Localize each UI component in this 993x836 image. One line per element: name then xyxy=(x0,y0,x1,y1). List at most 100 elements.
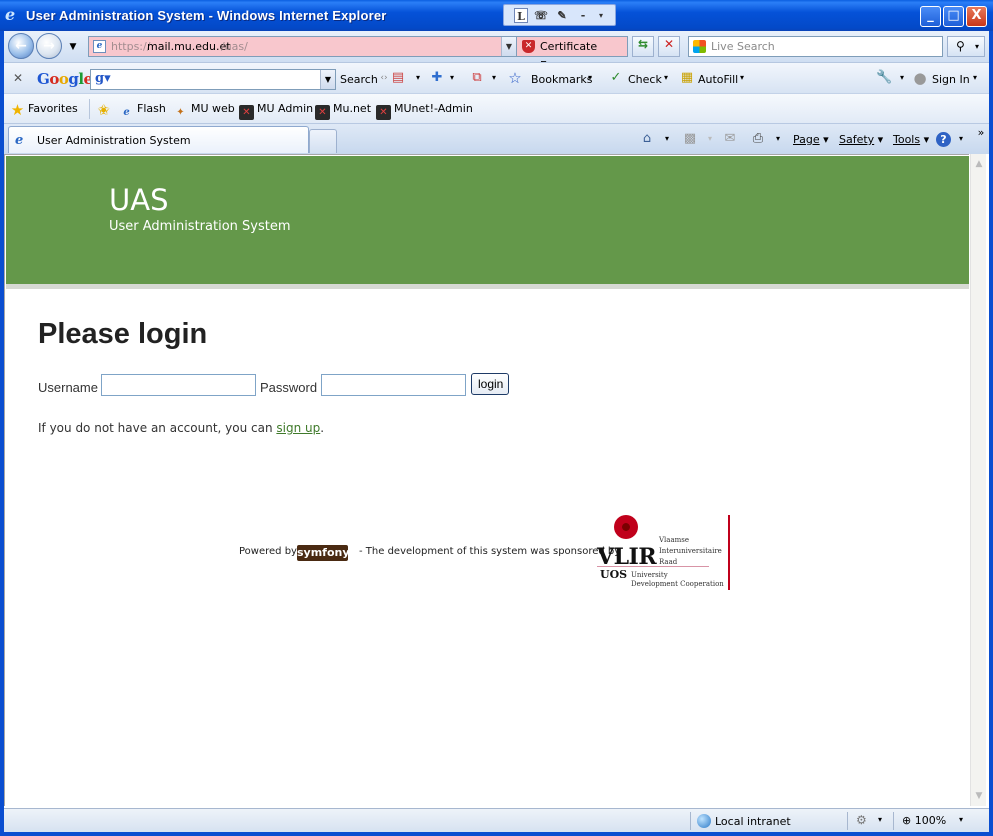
home-dropdown-icon[interactable]: ▾ xyxy=(658,130,676,148)
vlir-line: University xyxy=(631,571,668,579)
zoom-control[interactable]: ⊕ 100% xyxy=(902,814,946,827)
live-search-input[interactable]: Live Search xyxy=(688,36,943,57)
search-icon: ⚲ xyxy=(956,39,965,53)
symfony-logo[interactable]: symfony xyxy=(297,545,350,561)
xampp-icon: ✕ xyxy=(239,105,254,120)
favorite-label: Mu.net xyxy=(333,102,372,115)
google-logo[interactable]: Google xyxy=(37,70,93,88)
certificate-error-button[interactable]: ✕ Certificate Error xyxy=(517,36,628,72)
shield-error-icon: ✕ xyxy=(522,40,535,53)
vlir-uos: UOS xyxy=(600,568,628,581)
page-menu[interactable]: Page ▾ xyxy=(793,133,829,146)
check-dropdown-icon[interactable]: ▾ xyxy=(658,70,674,86)
feeds-icon[interactable]: ▩ xyxy=(681,130,699,148)
vlir-uos-logo[interactable]: VLIR UOS Vlaamse Interuniversitaire Raad… xyxy=(597,515,732,590)
add-favorite-button[interactable]: ✬ xyxy=(96,102,114,118)
favorite-item-munet-admin[interactable]: ✕ MUnet!-Admin xyxy=(376,102,473,120)
language-bar[interactable]: L ☏ ✎ - ▾ xyxy=(503,4,616,26)
favorites-button[interactable]: ★ Favorites xyxy=(10,102,78,118)
window-frame-right xyxy=(989,31,993,836)
back-button[interactable]: ← xyxy=(8,33,34,59)
signin-button[interactable]: Sign In xyxy=(932,73,970,86)
help-icon[interactable]: ? xyxy=(936,132,951,147)
google-toolbar: ✕ Google g▾ ▼ Search ‹› ▤ ▾ ✚ ▾ ⧉ ▾ ☆ Bo… xyxy=(4,62,989,93)
scroll-down-icon[interactable]: ▼ xyxy=(971,788,987,804)
print-dropdown-icon[interactable]: ▾ xyxy=(769,130,787,148)
live-search-button[interactable]: ⚲ ▾ xyxy=(947,36,985,57)
news-dropdown-icon[interactable]: ▾ xyxy=(410,70,426,86)
langbar-minimize-icon[interactable]: - xyxy=(578,8,588,23)
scroll-up-icon[interactable]: ▲ xyxy=(971,156,987,172)
protected-mode-icon[interactable]: ⚙ xyxy=(856,813,867,827)
close-toolbar-icon[interactable]: ✕ xyxy=(13,71,23,85)
plus-dropdown-icon[interactable]: ▾ xyxy=(444,70,460,86)
google-search-dropdown-icon[interactable]: ▼ xyxy=(320,70,335,89)
powered-by-label: Powered by xyxy=(239,546,297,557)
read-mail-icon[interactable]: ✉ xyxy=(721,130,739,148)
news-icon[interactable]: ▤ xyxy=(390,70,406,86)
tools-menu[interactable]: Tools ▾ xyxy=(893,133,929,146)
favorite-item-flash[interactable]: e Flash xyxy=(119,102,166,120)
signin-circle-icon[interactable]: ● xyxy=(912,70,928,86)
spellcheck-icon[interactable]: ✓ xyxy=(608,70,624,86)
safety-menu-label: Safety xyxy=(839,133,875,146)
signin-dropdown-icon[interactable]: ▾ xyxy=(967,70,983,86)
autofill-icon[interactable]: ▦ xyxy=(679,70,695,86)
popup-blocker-icon[interactable]: ⧉ xyxy=(469,70,485,86)
vlir-line: Raad xyxy=(659,558,678,566)
bookmark-star-icon[interactable]: ☆ xyxy=(507,70,523,86)
favorites-separator xyxy=(89,99,90,119)
recent-pages-dropdown-icon[interactable]: ▼ xyxy=(65,39,81,55)
address-dropdown-icon[interactable]: ▼ xyxy=(501,37,516,56)
forward-button[interactable]: → xyxy=(36,33,62,59)
address-bar[interactable]: e https:// mail.mu.edu.et /uas/ ▼ xyxy=(88,36,517,57)
security-zone[interactable]: Local intranet xyxy=(697,814,791,828)
print-icon[interactable]: ⎙ xyxy=(749,130,767,148)
plus-icon[interactable]: ✚ xyxy=(429,70,445,86)
signup-prefix: If you do not have an account, you can xyxy=(38,421,277,435)
close-button[interactable]: X xyxy=(966,6,987,27)
help-dropdown-icon[interactable]: ▾ xyxy=(952,130,970,148)
check-button[interactable]: Check xyxy=(628,73,662,86)
favorites-label: Favorites xyxy=(28,102,78,115)
password-input[interactable] xyxy=(321,374,466,396)
url-path: /uas/ xyxy=(221,40,248,53)
protected-mode-dropdown-icon[interactable]: ▾ xyxy=(878,815,882,824)
autofill-dropdown-icon[interactable]: ▾ xyxy=(734,70,750,86)
minimize-button[interactable]: _ xyxy=(920,6,941,27)
google-g-icon: g▾ xyxy=(95,71,111,86)
stop-button[interactable]: ✕ xyxy=(658,36,680,57)
feeds-dropdown-icon[interactable]: ▾ xyxy=(701,130,719,148)
vlir-uos-text: University Development Cooperation xyxy=(631,571,724,589)
favorite-item-mu-net[interactable]: ✕ Mu.net xyxy=(315,102,371,120)
maximize-button[interactable]: □ xyxy=(943,6,964,27)
speech-icon[interactable]: ☏ xyxy=(534,8,548,23)
handwriting-icon[interactable]: ✎ xyxy=(554,8,570,23)
login-button[interactable]: login xyxy=(471,373,509,395)
language-l-icon[interactable]: L xyxy=(514,8,528,23)
favorite-item-mu-web[interactable]: ✦ MU web xyxy=(173,102,235,120)
chevron-more-icon[interactable]: » xyxy=(972,124,990,142)
search-options-icon[interactable]: ▾ xyxy=(975,37,979,56)
username-input[interactable] xyxy=(101,374,256,396)
safety-menu[interactable]: Safety ▾ xyxy=(839,133,883,146)
refresh-button[interactable]: ⇆ xyxy=(632,36,654,57)
wrench-icon[interactable]: 🔧 xyxy=(876,70,892,86)
langbar-options-icon[interactable]: ▾ xyxy=(596,8,606,23)
vertical-scrollbar[interactable]: ▲ ▼ xyxy=(970,154,986,806)
zoom-dropdown-icon[interactable]: ▾ xyxy=(959,815,963,824)
favorite-item-mu-admin[interactable]: ✕ MU Admin xyxy=(239,102,313,120)
home-icon[interactable]: ⌂ xyxy=(638,130,656,148)
tab-user-administration[interactable]: e User Administration System xyxy=(8,126,309,153)
new-tab-button[interactable] xyxy=(309,129,337,153)
settings-dropdown-icon[interactable]: ▾ xyxy=(894,70,910,86)
mu-web-icon: ✦ xyxy=(176,107,185,118)
google-search-button[interactable]: Search xyxy=(340,73,378,86)
autofill-button[interactable]: AutoFill xyxy=(698,73,738,86)
vlir-line: Vlaamse xyxy=(659,536,690,544)
signup-link[interactable]: sign up xyxy=(276,421,320,435)
bookmarks-dropdown-icon[interactable]: ▾ xyxy=(582,70,598,86)
username-label: Username xyxy=(38,380,98,395)
google-search-input[interactable]: g▾ ▼ xyxy=(90,69,336,90)
popup-dropdown-icon[interactable]: ▾ xyxy=(486,70,502,86)
